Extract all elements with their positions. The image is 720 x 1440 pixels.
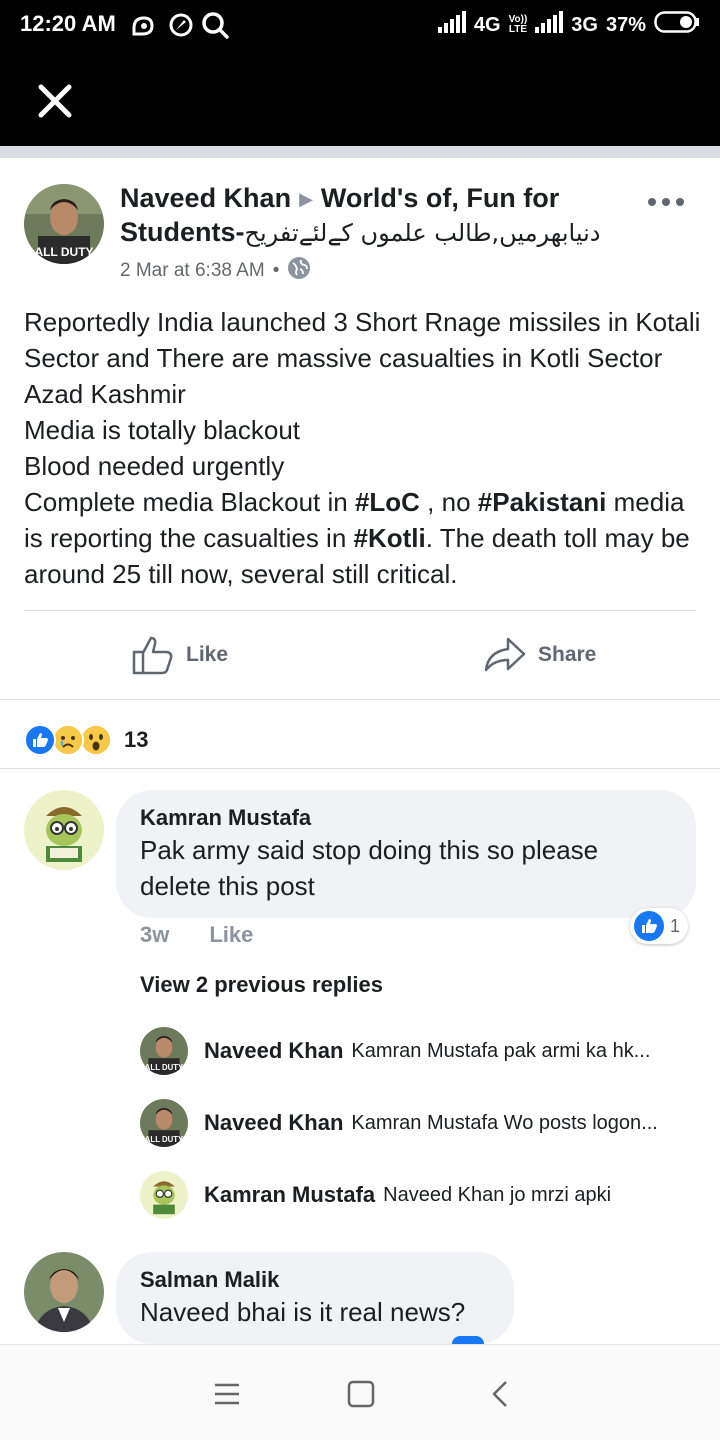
comment-text: Pak army said stop doing this so please …: [140, 835, 599, 901]
post-text-line: Complete media Blackout in #LoC , no #Pa…: [24, 487, 690, 589]
wow-reaction-icon: [80, 724, 112, 756]
dot-icon: [662, 198, 670, 206]
network-type-2: 3G: [571, 13, 598, 36]
view-previous-replies[interactable]: View 2 previous replies: [140, 972, 383, 998]
comment-time: 3w: [140, 922, 170, 947]
reply-avatar: ALL DUTY: [140, 1099, 188, 1147]
reply-item[interactable]: ALL DUTY Naveed Khan Kamran Mustafa Wo p…: [140, 1098, 700, 1148]
globe-icon: [287, 256, 311, 286]
divider: [0, 699, 720, 700]
reply-text: Naveed Khan jo mrzi apki: [383, 1183, 612, 1206]
reactions-summary[interactable]: 13: [24, 722, 148, 758]
search-icon: [200, 10, 230, 45]
close-button[interactable]: [30, 76, 80, 126]
meta-separator: •: [272, 260, 280, 281]
svg-text:ALL DUTY: ALL DUTY: [145, 1063, 184, 1072]
signal-icon: [437, 11, 466, 39]
share-button[interactable]: Share: [484, 632, 596, 678]
battery-icon: [654, 11, 700, 39]
divider: [0, 146, 720, 158]
comment-meta: 3w Like: [140, 922, 253, 948]
dot-icon: [648, 198, 656, 206]
reply-text: Kamran Mustafa pak armi ka hk...: [351, 1039, 651, 1062]
close-icon: [38, 84, 72, 118]
share-icon: [484, 637, 526, 672]
status-bar: 12:20 AM 4G Vo)) LTE 3G 37%: [0, 0, 720, 52]
divider: [0, 768, 720, 769]
like-reaction-icon: [24, 724, 56, 756]
like-count: 1: [670, 915, 681, 936]
sad-reaction-icon: [52, 724, 84, 756]
dot-icon: [676, 198, 684, 206]
volte-indicator: Vo)) LTE: [508, 14, 528, 35]
svg-text:ALL DUTY: ALL DUTY: [34, 245, 93, 259]
like-label: Like: [186, 643, 229, 666]
top-bar: [0, 52, 720, 146]
menu-button[interactable]: [212, 1379, 242, 1409]
reply-author[interactable]: Naveed Khan: [204, 1038, 343, 1064]
comment-like-button[interactable]: Like: [209, 922, 253, 948]
post-body: Reportedly India launched 3 Short Rnage …: [24, 304, 704, 592]
commenter-avatar[interactable]: [24, 790, 104, 870]
reply-author[interactable]: Kamran Mustafa: [204, 1182, 375, 1208]
hashtag-loc[interactable]: #LoC: [355, 487, 420, 517]
reply-item[interactable]: Kamran Mustafa Naveed Khan jo mrzi apki: [140, 1170, 700, 1220]
svg-text:ALL DUTY: ALL DUTY: [145, 1135, 184, 1144]
post-meta: 2 Mar at 6:38 AM •: [120, 256, 311, 286]
network-type-1: 4G: [473, 13, 501, 36]
comment-bubble[interactable]: Kamran Mustafa Pak army said stop doing …: [116, 790, 696, 918]
post-text-line: Media is totally blackout: [24, 415, 301, 445]
reply-item[interactable]: ALL DUTY Naveed Khan Kamran Mustafa pak …: [140, 1026, 700, 1076]
post-header: ALL DUTY Naveed Khan ▶ World's of, Fun for…: [0, 158, 720, 298]
comment-like-badge[interactable]: 1: [630, 908, 689, 944]
back-button[interactable]: [486, 1379, 516, 1409]
comment-bubble[interactable]: Salman Malik Naveed bhai is it real news…: [116, 1252, 514, 1344]
commenter-avatar[interactable]: [24, 1252, 104, 1332]
uc-browser-icon: [130, 10, 156, 45]
reply-avatar: ALL DUTY: [140, 1027, 188, 1075]
comment-text: Naveed bhai is it real news?: [140, 1297, 466, 1327]
battery-percent: 37%: [605, 13, 646, 36]
status-time: 12:20 AM: [20, 11, 116, 36]
reply-text: Kamran Mustafa Wo posts logon...: [351, 1111, 658, 1134]
hashtag-pakistani[interactable]: #Pakistani: [478, 487, 607, 517]
signal-icon: [535, 11, 564, 39]
group-name-urdu[interactable]: دنیابھرمیں,طالب علموں کےلئےتفریح: [245, 219, 601, 247]
hashtag-kotli[interactable]: #Kotli: [354, 523, 426, 553]
system-nav-bar: [0, 1344, 720, 1440]
menu-icon: [215, 1383, 239, 1405]
compass-icon: [168, 10, 194, 45]
home-square-icon: [347, 1380, 375, 1408]
commenter-name[interactable]: Salman Malik: [140, 1266, 490, 1294]
reply-avatar: [140, 1171, 188, 1219]
like-reaction-icon: [452, 1336, 484, 1344]
post-timestamp[interactable]: 2 Mar at 6:38 AM: [120, 260, 265, 282]
like-button[interactable]: Like: [132, 632, 228, 678]
share-label: Share: [538, 643, 597, 666]
post-author-line: Naveed Khan ▶ World's of, Fun for Students…: [120, 182, 640, 250]
like-reaction-icon: [634, 911, 664, 941]
post-text-line: Reportedly India launched 3 Short Rnage …: [24, 307, 701, 409]
reaction-count: 13: [124, 727, 149, 752]
author-name[interactable]: Naveed Khan: [120, 183, 291, 213]
commenter-name[interactable]: Kamran Mustafa: [140, 804, 672, 832]
divider: [24, 610, 696, 611]
more-options-button[interactable]: [648, 192, 684, 212]
home-button[interactable]: [346, 1379, 376, 1409]
reply-author[interactable]: Naveed Khan: [204, 1110, 343, 1136]
post-text-line: Blood needed urgently: [24, 451, 285, 481]
post-actions: Like Share: [0, 612, 720, 698]
thumbs-up-icon: [132, 636, 173, 675]
back-chevron-icon: [492, 1381, 507, 1407]
arrow-right-icon: ▶: [299, 189, 313, 210]
author-avatar[interactable]: ALL DUTY: [24, 184, 104, 264]
